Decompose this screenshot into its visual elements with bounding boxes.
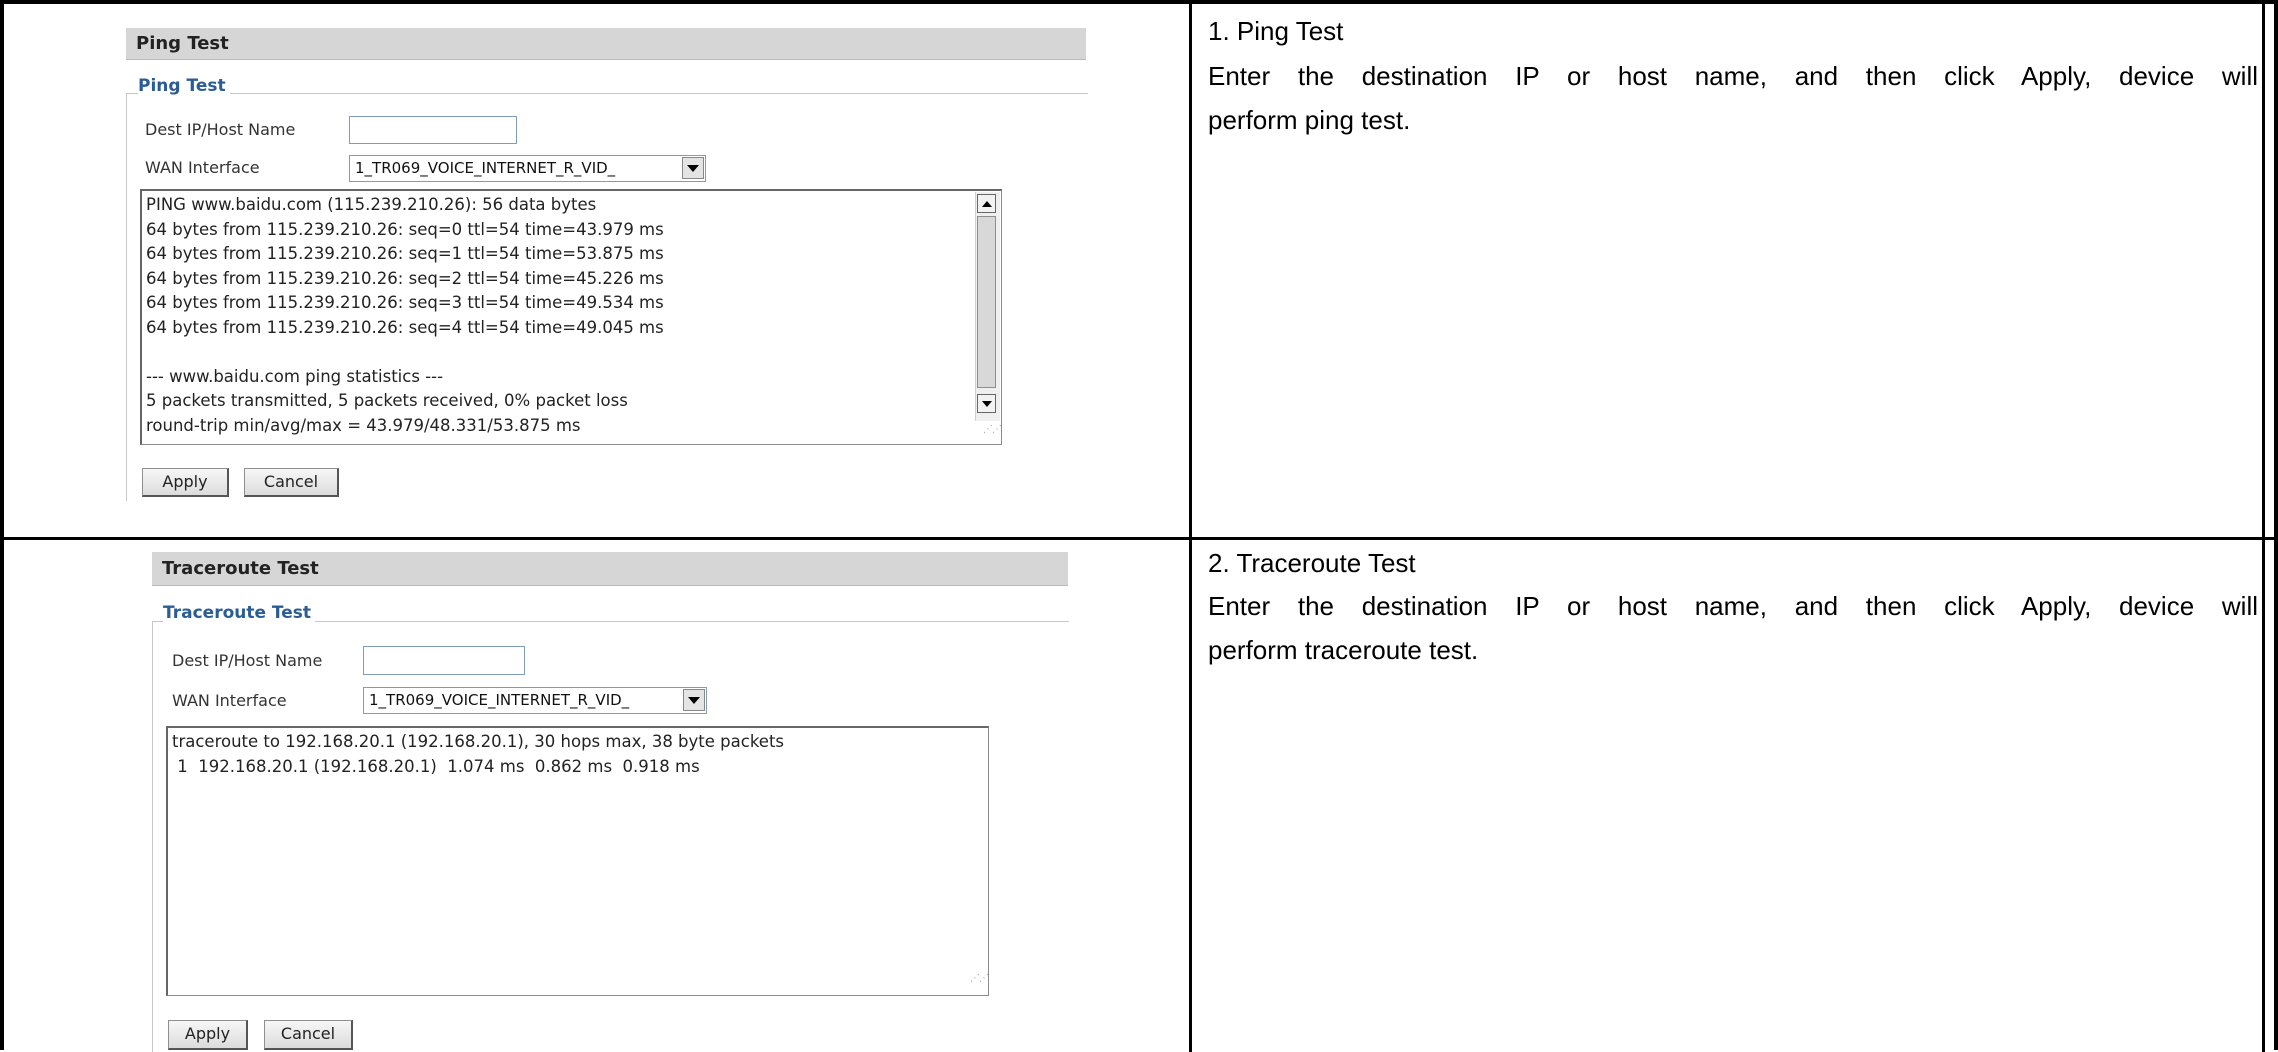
traceroute-test-heading: 2. Traceroute Test: [1208, 548, 1416, 578]
cancel-button[interactable]: Cancel: [244, 468, 339, 497]
traceroute-fieldset-left-border: [152, 621, 153, 1052]
table-right-border: [2262, 0, 2265, 1052]
scroll-up-button[interactable]: [977, 194, 996, 213]
chevron-down-icon: [687, 164, 699, 172]
ping-test-title: Ping Test: [136, 33, 229, 54]
table-row-divider: [0, 537, 2278, 540]
ping-test-description: Enter the destination IP or host name, a…: [1208, 54, 2258, 142]
cancel-button[interactable]: Cancel: [264, 1020, 353, 1050]
ping-test-legend: Ping Test: [138, 76, 230, 96]
dest-host-label: Dest IP/Host Name: [172, 651, 323, 670]
traceroute-desc-line-1: Enter the destination IP or host name, a…: [1208, 591, 2258, 621]
ping-output-scrollbar[interactable]: [975, 192, 1000, 421]
wan-interface-selected: 1_TR069_VOICE_INTERNET_R_VID_: [369, 691, 630, 709]
ping-test-heading: 1. Ping Test: [1208, 16, 1344, 46]
ping-test-title-bar: Ping Test: [126, 28, 1086, 60]
ping-fieldset-border: [126, 93, 1088, 94]
scroll-thumb[interactable]: [977, 216, 996, 388]
chevron-down-icon: [688, 696, 700, 704]
apply-button[interactable]: Apply: [142, 468, 229, 497]
ping-desc-line-2: perform ping test.: [1208, 105, 1411, 135]
traceroute-test-legend: Traceroute Test: [163, 603, 316, 623]
arrow-down-icon: [981, 400, 992, 407]
ping-desc-line-1: Enter the destination IP or host name, a…: [1208, 61, 2258, 91]
dropdown-arrow-button[interactable]: [683, 689, 705, 711]
apply-button[interactable]: Apply: [168, 1020, 248, 1050]
resize-grip-icon[interactable]: ⋰⋰: [970, 974, 989, 988]
traceroute-test-title-bar: Traceroute Test: [152, 552, 1068, 586]
traceroute-output-textarea[interactable]: traceroute to 192.168.20.1 (192.168.20.1…: [166, 726, 989, 996]
traceroute-test-title: Traceroute Test: [162, 558, 319, 579]
traceroute-desc-line-2: perform traceroute test.: [1208, 635, 1479, 665]
dest-host-label: Dest IP/Host Name: [145, 120, 296, 139]
resize-grip-icon[interactable]: ⋰⋰: [983, 425, 1002, 439]
scroll-down-button[interactable]: [977, 394, 996, 413]
ping-fieldset-left-border: [126, 93, 127, 501]
wan-interface-label: WAN Interface: [145, 158, 260, 177]
dest-host-input[interactable]: [363, 646, 525, 675]
table-column-divider: [1189, 0, 1192, 1052]
dest-host-input[interactable]: [349, 116, 517, 144]
dropdown-arrow-button[interactable]: [682, 157, 704, 179]
traceroute-test-description: Enter the destination IP or host name, a…: [1208, 584, 2258, 672]
wan-interface-selected: 1_TR069_VOICE_INTERNET_R_VID_: [355, 159, 616, 177]
wan-interface-select[interactable]: 1_TR069_VOICE_INTERNET_R_VID_: [349, 155, 706, 182]
arrow-up-icon: [981, 200, 992, 207]
wan-interface-label: WAN Interface: [172, 691, 287, 710]
ping-output-textarea[interactable]: PING www.baidu.com (115.239.210.26): 56 …: [140, 189, 1002, 445]
wan-interface-select[interactable]: 1_TR069_VOICE_INTERNET_R_VID_: [363, 687, 707, 714]
